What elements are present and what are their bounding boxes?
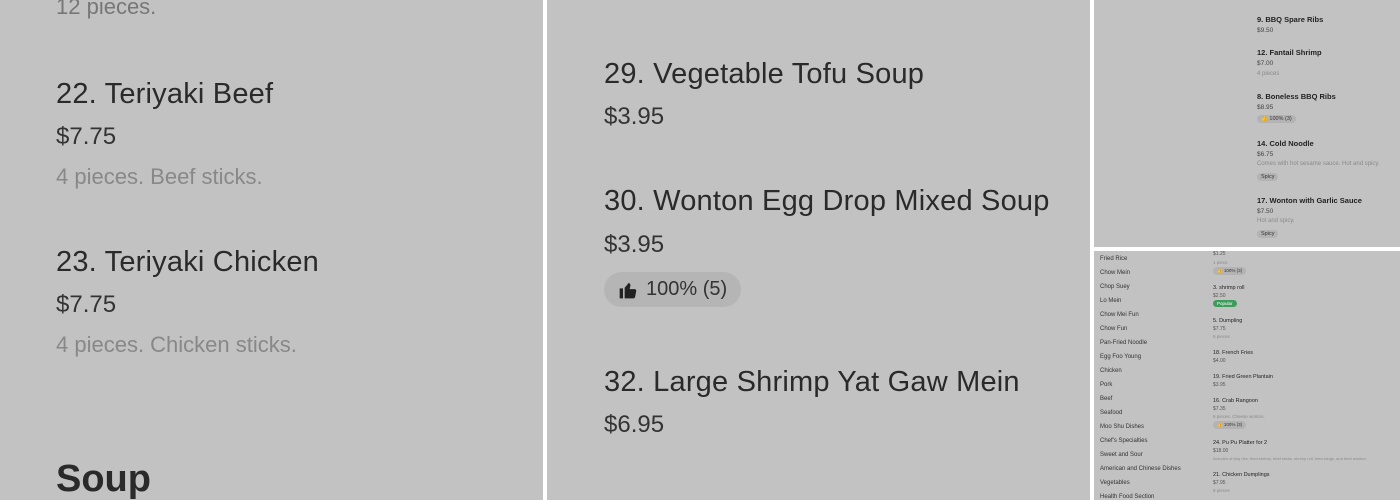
item-description: 1 piece xyxy=(1213,260,1228,265)
item-name: 5. Dumpling xyxy=(1213,318,1243,324)
popular-badge: Popular xyxy=(1213,300,1237,307)
rating-badge: 👍 100% (3) xyxy=(1257,115,1296,123)
sidebar-item-chow-fun[interactable]: Chow Fun xyxy=(1100,326,1127,332)
item-price: $6.95 xyxy=(604,411,665,438)
item-description: 4 pieces xyxy=(1257,71,1280,77)
item-price: $3.95 xyxy=(604,231,665,258)
item-name: 8. Boneless BBQ Ribs xyxy=(1257,92,1336,101)
menu-zoom-panel-3: 9. BBQ Spare Ribs $9.50 12. Fantail Shri… xyxy=(1094,0,1400,247)
item-description: 8 pieces. Cheese wonton. xyxy=(1213,414,1265,419)
item-description: 4 pieces. Beef sticks. xyxy=(56,164,263,189)
sidebar-item-american-chinese[interactable]: American and Chinese Dishes xyxy=(1100,466,1181,472)
item-name: 3. shrimp roll xyxy=(1213,285,1245,291)
sidebar-item-pan-fried-noodle[interactable]: Pan-Fried Noodle xyxy=(1100,340,1147,346)
item-price: $7.50 xyxy=(1257,208,1274,215)
item-name: 14. Cold Noodle xyxy=(1257,139,1314,148)
sidebar-item-chefs-specialties[interactable]: Chef's Specialties xyxy=(1100,438,1148,444)
sidebar-item-egg-foo-young[interactable]: Egg Foo Young xyxy=(1100,354,1141,360)
item-price: $6.75 xyxy=(1257,151,1274,158)
menu-zoom-panel-1: 12 pieces. 22. Teriyaki Beef $7.75 4 pie… xyxy=(0,0,543,500)
item-name: 32. Large Shrimp Yat Gaw Mein xyxy=(604,366,1020,398)
item-price: $4.00 xyxy=(1213,358,1226,364)
item-name: 19. Fried Green Plantain xyxy=(1213,374,1273,380)
item-price: $2.50 xyxy=(1213,293,1226,299)
item-price: $7.35 xyxy=(1213,406,1226,412)
item-description: Hot and spicy. xyxy=(1257,218,1295,224)
item-price: $7.00 xyxy=(1257,60,1274,67)
item-description: 8 pieces xyxy=(1213,488,1230,493)
sidebar-item-chow-mein[interactable]: Chow Mein xyxy=(1100,270,1130,276)
item-price: $1.25 xyxy=(1213,251,1226,257)
item-description: 4 pieces. Chicken sticks. xyxy=(56,332,297,357)
item-name: 24. Pu Pu Platter for 2 xyxy=(1213,440,1268,446)
item-name: 18. French Fries xyxy=(1213,350,1254,356)
item-name: 29. Vegetable Tofu Soup xyxy=(604,58,925,90)
rating-badge: 100% (5) xyxy=(604,272,742,307)
item-description: Comes with hot sesame sauce. Hot and spi… xyxy=(1257,161,1380,167)
item-description: Includes of bbq ribs, fried shrimp, beef… xyxy=(1213,456,1367,461)
sidebar-item-chow-mei-fun[interactable]: Chow Mei Fun xyxy=(1100,312,1139,318)
rating-badge: 👍 100% (3) xyxy=(1213,267,1247,275)
sidebar-item-vegetables[interactable]: Vegetables xyxy=(1100,480,1130,486)
section-heading: Soup xyxy=(56,458,151,500)
item-name: 16. Crab Rangoon xyxy=(1213,398,1258,404)
sidebar-item-fried-rice[interactable]: Fried Rice xyxy=(1100,256,1127,262)
spicy-badge: Spicy xyxy=(1257,173,1279,181)
spicy-badge: Spicy xyxy=(1257,230,1279,238)
item-price: $18.00 xyxy=(1213,448,1229,454)
rating-text: 100% (5) xyxy=(646,278,728,300)
sidebar-item-chop-suey[interactable]: Chop Suey xyxy=(1100,284,1130,290)
thumbs-up-icon xyxy=(619,282,637,298)
item-name: 17. Wonton with Garlic Sauce xyxy=(1257,196,1362,205)
item-price: $3.95 xyxy=(1213,382,1226,388)
sidebar-item-seafood[interactable]: Seafood xyxy=(1100,410,1122,416)
item-name: 12. Fantail Shrimp xyxy=(1257,48,1322,57)
item-name: 22. Teriyaki Beef xyxy=(56,78,274,110)
item-name: 30. Wonton Egg Drop Mixed Soup xyxy=(604,185,1050,217)
item-name: 9. BBQ Spare Ribs xyxy=(1257,15,1324,24)
item-price: $3.95 xyxy=(604,103,665,130)
item-name: 23. Teriyaki Chicken xyxy=(56,246,319,278)
sidebar-item-moo-shu[interactable]: Moo Shu Dishes xyxy=(1100,424,1144,430)
item-description: 12 pieces. xyxy=(56,0,157,19)
item-price: $8.95 xyxy=(1257,104,1274,111)
sidebar-item-pork[interactable]: Pork xyxy=(1100,382,1112,388)
item-price: $7.75 xyxy=(56,123,117,150)
item-price: $9.50 xyxy=(1257,27,1274,34)
item-price: $7.75 xyxy=(1213,326,1226,332)
item-description: 8 pieces xyxy=(1213,334,1230,339)
sidebar-item-health-food[interactable]: Health Food Section xyxy=(1100,494,1154,500)
menu-zoom-panel-2: 29. Vegetable Tofu Soup $3.95 30. Wonton… xyxy=(547,0,1090,500)
menu-zoom-panel-4: Fried Rice Chow Mein Chop Suey Lo Mein C… xyxy=(1094,251,1400,500)
rating-badge: 👍 100% (3) xyxy=(1213,421,1247,429)
item-price: $7.75 xyxy=(56,291,117,318)
sidebar-item-lo-mein[interactable]: Lo Mein xyxy=(1100,298,1121,304)
sidebar-item-chicken[interactable]: Chicken xyxy=(1100,368,1122,374)
sidebar-item-sweet-and-sour[interactable]: Sweet and Sour xyxy=(1100,452,1143,458)
item-price: $7.95 xyxy=(1213,480,1226,486)
item-name: 21. Chicken Dumplings xyxy=(1213,472,1270,478)
sidebar-item-beef[interactable]: Beef xyxy=(1100,396,1112,402)
